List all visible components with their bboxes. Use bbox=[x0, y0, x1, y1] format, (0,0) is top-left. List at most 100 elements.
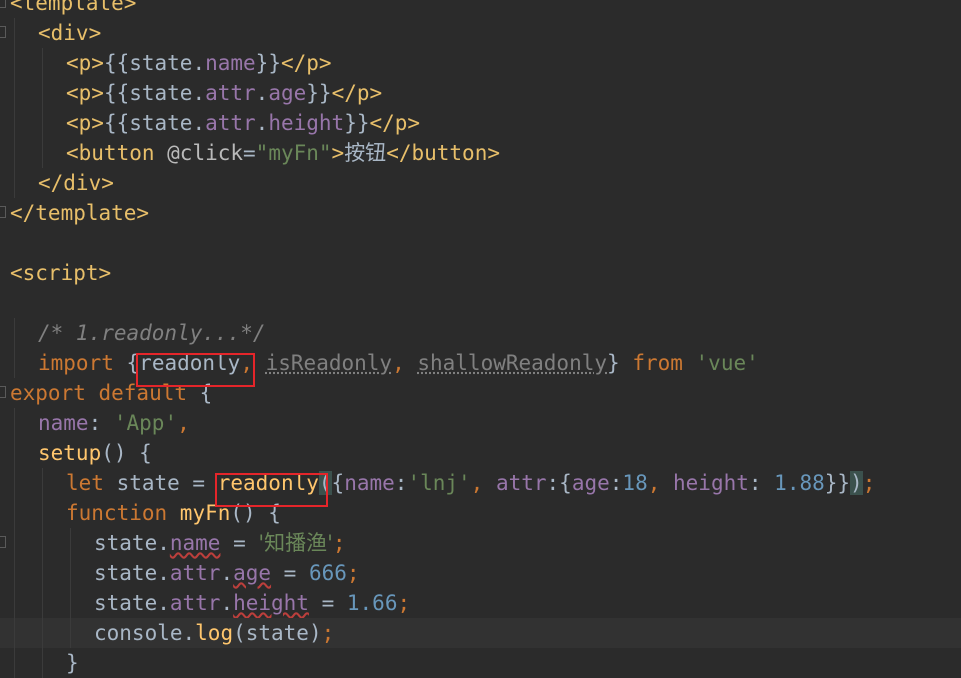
code-line[interactable]: <p>{{state.attr.height}}</p> bbox=[0, 108, 961, 138]
code-token: console. bbox=[94, 621, 196, 645]
code-line[interactable]: <script> bbox=[0, 258, 961, 288]
code-token: 18 bbox=[622, 471, 648, 495]
fold-marker-icon[interactable] bbox=[0, 0, 6, 8]
code-token: state. bbox=[129, 111, 206, 135]
code-token: name bbox=[205, 51, 256, 75]
code-line[interactable]: setup() { bbox=[0, 438, 961, 468]
code-token: height bbox=[268, 111, 345, 135]
code-token: <p> bbox=[66, 81, 104, 105]
code-token: : bbox=[748, 471, 775, 495]
code-token: ; bbox=[397, 591, 411, 615]
code-line[interactable]: <button @click="myFn">按钮</button> bbox=[0, 138, 961, 168]
code-token: :{ bbox=[546, 471, 572, 495]
code-line[interactable] bbox=[0, 228, 961, 258]
code-token: name bbox=[169, 531, 221, 555]
code-text: <p>{{state.attr.age}}</p> bbox=[66, 78, 382, 108]
code-line[interactable]: /* 1.readonly...*/ bbox=[0, 318, 961, 348]
code-line[interactable]: <template> bbox=[0, 0, 961, 18]
code-token: } bbox=[607, 351, 633, 375]
indent-guide bbox=[70, 618, 71, 648]
code-text: /* 1.readonly...*/ bbox=[38, 318, 266, 348]
code-text: <div> bbox=[38, 18, 101, 48]
code-line[interactable]: </template> bbox=[0, 198, 961, 228]
code-text: <script> bbox=[10, 258, 111, 288]
code-token: import bbox=[38, 351, 127, 375]
indent-guide bbox=[14, 468, 15, 498]
code-line[interactable]: let state = readonly({name:'lnj', attr:{… bbox=[0, 468, 961, 498]
code-token: , bbox=[647, 471, 674, 495]
code-line[interactable]: function myFn() { bbox=[0, 498, 961, 528]
code-token: } bbox=[66, 651, 79, 675]
code-text: </div> bbox=[38, 168, 114, 198]
code-text: <p>{{state.attr.height}}</p> bbox=[66, 108, 420, 138]
code-text: </template> bbox=[10, 198, 149, 228]
code-token: state. bbox=[129, 81, 206, 105]
code-token: 'lnj' bbox=[407, 471, 471, 495]
code-token: log bbox=[195, 621, 234, 645]
indent-guide bbox=[14, 618, 15, 648]
indent-guide bbox=[14, 348, 15, 378]
indent-guide bbox=[70, 558, 71, 588]
indent-guide bbox=[14, 138, 15, 168]
code-token: <p> bbox=[66, 51, 104, 75]
code-token: , bbox=[177, 411, 190, 435]
code-token: {{ bbox=[103, 81, 130, 105]
code-text: <button @click="myFn">按钮</button> bbox=[66, 138, 500, 168]
indent-guide bbox=[14, 438, 15, 468]
code-line[interactable]: console.log(state); bbox=[0, 618, 961, 648]
code-text: state.attr.age = 666; bbox=[94, 558, 360, 588]
indent-guide bbox=[14, 498, 15, 528]
code-token: 1.88 bbox=[774, 471, 825, 495]
code-token: ; bbox=[862, 471, 876, 495]
fold-marker-icon[interactable] bbox=[0, 26, 6, 38]
code-editor[interactable]: <template> <div> <p>{{state.name}}</p> <p>{… bbox=[0, 0, 961, 678]
code-token: name bbox=[344, 471, 395, 495]
indent-guide bbox=[14, 318, 15, 348]
code-token: </button> bbox=[386, 141, 500, 165]
code-line[interactable] bbox=[0, 288, 961, 318]
code-token: 按钮 bbox=[344, 141, 387, 165]
code-token: </div> bbox=[38, 171, 114, 195]
code-token: = bbox=[308, 591, 347, 615]
code-line[interactable]: state.attr.age = 666; bbox=[0, 558, 961, 588]
code-token: </template> bbox=[10, 201, 150, 225]
code-line[interactable]: state.name = '知播渔'; bbox=[0, 528, 961, 558]
code-token: . bbox=[255, 111, 269, 135]
indent-guide bbox=[42, 468, 43, 498]
code-token: shallowReadonly bbox=[417, 351, 608, 375]
indent-guide bbox=[14, 558, 15, 588]
code-line[interactable]: <p>{{state.attr.age}}</p> bbox=[0, 78, 961, 108]
code-token: height bbox=[233, 591, 309, 615]
code-line[interactable]: } bbox=[0, 648, 961, 678]
code-token: = bbox=[243, 141, 256, 165]
code-token: </p> bbox=[331, 81, 383, 105]
fold-marker-icon[interactable] bbox=[0, 386, 6, 398]
indent-guide bbox=[14, 588, 15, 618]
code-token: {{ bbox=[103, 111, 130, 135]
code-line[interactable]: </div> bbox=[0, 168, 961, 198]
code-line[interactable]: name: 'App', bbox=[0, 408, 961, 438]
code-line[interactable]: state.attr.height = 1.66; bbox=[0, 588, 961, 618]
indent-guide bbox=[42, 498, 43, 528]
code-token: , bbox=[470, 471, 496, 495]
code-token: name bbox=[38, 411, 89, 435]
code-token: </p> bbox=[369, 111, 421, 135]
code-token: </p> bbox=[280, 51, 332, 75]
indent-guide bbox=[14, 48, 15, 78]
code-token: 1.66 bbox=[346, 591, 398, 615]
code-token: (state) bbox=[233, 621, 322, 645]
code-text: let state = readonly({name:'lnj', attr:{… bbox=[66, 468, 875, 498]
indent-guide bbox=[42, 138, 43, 168]
indent-guide bbox=[14, 78, 15, 108]
code-text: console.log(state); bbox=[94, 618, 334, 648]
code-line[interactable]: <div> bbox=[0, 18, 961, 48]
code-token: <script> bbox=[10, 261, 112, 285]
indent-guide bbox=[42, 108, 43, 138]
readonly-call-highlight bbox=[214, 473, 328, 507]
fold-marker-icon[interactable] bbox=[0, 206, 6, 218]
code-token: () { bbox=[101, 441, 152, 465]
fold-marker-icon[interactable] bbox=[0, 536, 6, 548]
code-line[interactable]: <p>{{state.name}}</p> bbox=[0, 48, 961, 78]
code-token: : bbox=[88, 411, 114, 435]
code-token: ; bbox=[321, 621, 335, 645]
